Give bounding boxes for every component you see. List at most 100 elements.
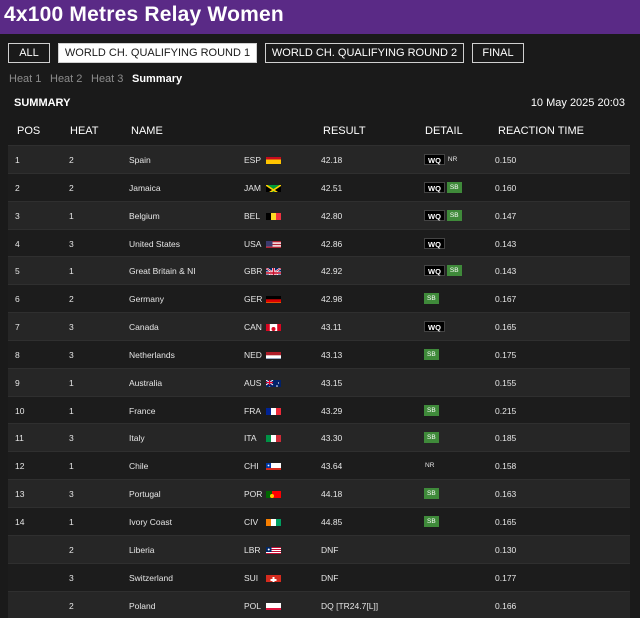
country-code-cell: NED	[244, 350, 262, 360]
heat-cell: 1	[69, 211, 74, 221]
country-code-cell: GBR	[244, 266, 262, 276]
tab-heat-1[interactable]: Heat 1	[9, 73, 41, 85]
detail-cell: WQNR	[424, 154, 460, 165]
country-code-cell: POL	[244, 601, 261, 611]
heat-cell: 3	[69, 239, 74, 249]
wq-badge: WQ	[424, 321, 445, 332]
reaction-time-cell: 0.215	[495, 406, 516, 416]
sb-badge: SB	[424, 293, 439, 304]
column-header-detail: DETAIL	[425, 125, 463, 137]
team-name-cell: Italy	[129, 433, 145, 443]
table-row: 133PortugalPOR44.18SB0.163	[8, 479, 630, 507]
result-cell: 43.13	[321, 350, 342, 360]
tab-all[interactable]: ALL	[8, 43, 50, 63]
heat-cell: 2	[69, 601, 74, 611]
table-row: 43United StatesUSA42.86WQ0.143	[8, 229, 630, 257]
table-row: 83NetherlandsNED43.13SB0.175	[8, 340, 630, 368]
flag-icon	[266, 182, 281, 192]
heat-cell: 2	[69, 155, 74, 165]
flag-icon	[266, 600, 281, 610]
flag-icon	[266, 349, 281, 359]
detail-cell: WQ	[424, 238, 447, 249]
reaction-time-cell: 0.167	[495, 294, 516, 304]
result-cell: 43.29	[321, 406, 342, 416]
flag-icon	[266, 154, 281, 164]
reaction-time-cell: 0.155	[495, 378, 516, 388]
position-cell: 5	[15, 266, 20, 276]
sb-badge: SB	[424, 488, 439, 499]
country-code-cell: ESP	[244, 155, 261, 165]
reaction-time-cell: 0.147	[495, 211, 516, 221]
detail-cell: SB	[424, 405, 441, 416]
team-name-cell: Canada	[129, 322, 159, 332]
heat-cell: 1	[69, 461, 74, 471]
result-cell: 42.92	[321, 266, 342, 276]
wq-badge: WQ	[424, 265, 445, 276]
result-cell: 42.80	[321, 211, 342, 221]
position-cell: 9	[15, 378, 20, 388]
reaction-time-cell: 0.165	[495, 517, 516, 527]
table-row: 62GermanyGER42.98SB0.167	[8, 284, 630, 312]
tab-heat-3[interactable]: Heat 3	[91, 73, 123, 85]
detail-cell: WQ	[424, 321, 447, 332]
result-cell: 42.98	[321, 294, 342, 304]
reaction-time-cell: 0.158	[495, 461, 516, 471]
country-code-cell: POR	[244, 489, 262, 499]
flag-icon	[266, 488, 281, 498]
country-code-cell: AUS	[244, 378, 261, 388]
reaction-time-cell: 0.175	[495, 350, 516, 360]
country-code-cell: CAN	[244, 322, 262, 332]
team-name-cell: Chile	[129, 461, 148, 471]
team-name-cell: Australia	[129, 378, 162, 388]
page-title: 4x100 Metres Relay Women	[4, 3, 284, 27]
tab-heat-2[interactable]: Heat 2	[50, 73, 82, 85]
tab-final[interactable]: FINAL	[472, 43, 524, 63]
result-cell: DNF	[321, 573, 338, 583]
country-code-cell: CIV	[244, 517, 258, 527]
heat-cell: 3	[69, 322, 74, 332]
detail-cell: SB	[424, 293, 441, 304]
reaction-time-cell: 0.165	[495, 322, 516, 332]
wq-badge: WQ	[424, 182, 445, 193]
team-name-cell: Netherlands	[129, 350, 175, 360]
nr-badge: NR	[424, 460, 435, 471]
result-cell: DNF	[321, 545, 338, 555]
team-name-cell: Liberia	[129, 545, 155, 555]
detail-cell: SB	[424, 432, 441, 443]
tab-qualifying-round-2[interactable]: WORLD CH. QUALIFYING ROUND 2	[265, 43, 464, 63]
heat-cell: 1	[69, 378, 74, 388]
summary-datetime: 10 May 2025 20:03	[531, 97, 625, 109]
reaction-time-cell: 0.160	[495, 183, 516, 193]
tab-qualifying-round-1[interactable]: WORLD CH. QUALIFYING ROUND 1	[58, 43, 257, 63]
reaction-time-cell: 0.150	[495, 155, 516, 165]
detail-cell: WQSB	[424, 265, 464, 276]
heat-cell: 1	[69, 517, 74, 527]
heat-cell: 1	[69, 406, 74, 416]
team-name-cell: Spain	[129, 155, 151, 165]
team-name-cell: Jamaica	[129, 183, 161, 193]
wq-badge: WQ	[424, 154, 445, 165]
position-cell: 6	[15, 294, 20, 304]
position-cell: 2	[15, 183, 20, 193]
heat-cell: 3	[69, 489, 74, 499]
table-row: 2LiberiaLBRDNF0.130	[8, 535, 630, 563]
page-header: 4x100 Metres Relay Women	[0, 0, 640, 34]
heat-cell: 3	[69, 573, 74, 583]
flag-icon	[266, 516, 281, 526]
table-row: 121ChileCHI43.64NR0.158	[8, 451, 630, 479]
flag-icon	[266, 293, 281, 303]
table-row: 73CanadaCAN43.11WQ0.165	[8, 312, 630, 340]
position-cell: 4	[15, 239, 20, 249]
team-name-cell: Belgium	[129, 211, 160, 221]
flag-icon	[266, 572, 281, 582]
position-cell: 13	[15, 489, 24, 499]
tab-summary[interactable]: Summary	[132, 73, 182, 85]
detail-cell: SB	[424, 349, 441, 360]
column-header-heat: HEAT	[70, 125, 99, 137]
detail-cell: WQSB	[424, 210, 464, 221]
result-cell: 42.86	[321, 239, 342, 249]
table-row: 31BelgiumBEL42.80WQSB0.147	[8, 201, 630, 229]
results-table: 12SpainESP42.18WQNR0.15022JamaicaJAM42.5…	[8, 145, 630, 618]
reaction-time-cell: 0.177	[495, 573, 516, 583]
team-name-cell: Great Britain & NI	[129, 266, 196, 276]
